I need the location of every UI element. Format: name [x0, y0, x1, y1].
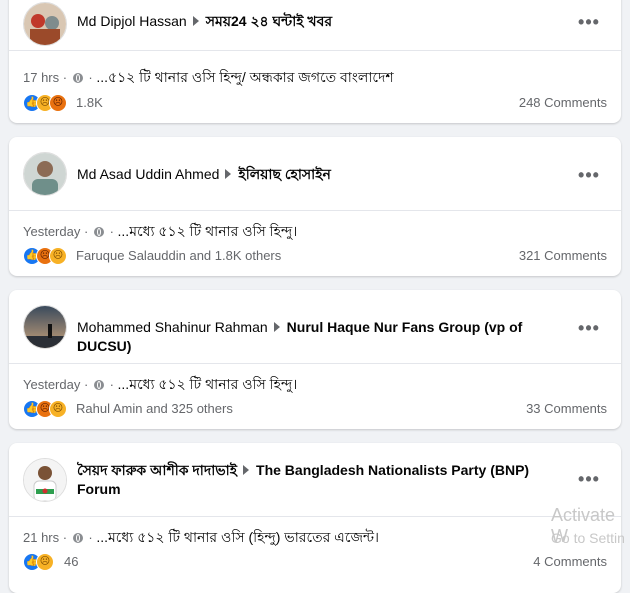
- separator: ·: [62, 70, 68, 85]
- avatar[interactable]: [23, 2, 67, 46]
- post-time[interactable]: Yesterday: [23, 224, 80, 239]
- arrow-right-icon: [225, 169, 232, 179]
- avatar[interactable]: [23, 152, 67, 196]
- separator: ·: [62, 530, 68, 545]
- post-card: Mohammed Shahinur Rahman Nurul Haque Nur …: [9, 290, 621, 429]
- arrow-right-icon: [243, 465, 250, 475]
- globe-icon: [72, 533, 83, 543]
- post-time[interactable]: Yesterday: [23, 377, 80, 392]
- more-options-button[interactable]: •••: [575, 469, 603, 489]
- divider: [9, 50, 621, 51]
- post-meta: 17 hrs · · ...৫১২ টি থানার ওসি হিন্দু/ অ…: [23, 68, 607, 87]
- separator: ·: [109, 377, 114, 392]
- sad-reaction-icon: ☹: [49, 247, 67, 265]
- post-time[interactable]: 17 hrs: [23, 70, 59, 85]
- separator: ·: [88, 70, 93, 85]
- angry-reaction-icon: ☹: [49, 94, 67, 112]
- separator: ·: [109, 224, 114, 239]
- reactions-row: 👍 ☹ ☹ Faruque Salauddin and 1.8K others …: [23, 246, 607, 266]
- globe-icon: [93, 227, 104, 237]
- more-options-button[interactable]: •••: [575, 318, 603, 338]
- post-meta: Yesterday · · ...মধ্যে ৫১২ টি থানার ওসি …: [23, 375, 607, 394]
- reactions-summary[interactable]: Rahul Amin and 325 others: [76, 399, 233, 419]
- post-card: Md Dipjol Hassan সময়24 ২৪ ঘন্টাই খবর •••…: [9, 0, 621, 123]
- separator: ·: [88, 530, 93, 545]
- author-name[interactable]: সৈয়দ ফারুক আশীক দাদাভাই: [77, 462, 237, 478]
- post-meta: Yesterday · · ...মধ্যে ৫১২ টি থানার ওসি …: [23, 222, 607, 241]
- avatar[interactable]: [23, 458, 67, 502]
- reactions-row: 👍 ☹ ☹ 1.8K 248 Comments: [23, 93, 607, 113]
- comments-link[interactable]: 4 Comments: [533, 552, 607, 572]
- post-header-names: Md Dipjol Hassan সময়24 ২৪ ঘন্টাই খবর: [77, 12, 561, 31]
- globe-icon: [72, 73, 83, 83]
- reactions-row: 👍 ☹ ☹ Rahul Amin and 325 others 33 Comme…: [23, 399, 607, 419]
- post-snippet[interactable]: ...মধ্যে ৫১২ টি থানার ওসি হিন্দু।: [118, 376, 298, 392]
- separator: ·: [83, 377, 89, 392]
- author-name[interactable]: Md Asad Uddin Ahmed: [77, 166, 219, 182]
- globe-icon: [93, 380, 104, 390]
- group-name[interactable]: ইলিয়াছ হোসাইন: [238, 166, 330, 182]
- group-name[interactable]: সময়24 ২৪ ঘন্টাই খবর: [206, 13, 332, 29]
- divider: [9, 516, 621, 517]
- reactions-row: 👍 ☹ 46 4 Comments: [23, 552, 607, 572]
- post-card: সৈয়দ ফারুক আশীক দাদাভাই The Bangladesh N…: [9, 443, 621, 593]
- more-options-button[interactable]: •••: [575, 12, 603, 32]
- post-header-names: সৈয়দ ফারুক আশীক দাদাভাই The Bangladesh N…: [77, 461, 551, 499]
- separator: ·: [83, 224, 89, 239]
- post-snippet[interactable]: ...মধ্যে ৫১২ টি থানার ওসি (হিন্দু) ভারতে…: [96, 529, 379, 545]
- author-name[interactable]: Md Dipjol Hassan: [77, 13, 187, 29]
- post-snippet[interactable]: ...মধ্যে ৫১২ টি থানার ওসি হিন্দু।: [118, 223, 298, 239]
- activation-watermark-subtitle: Go to Settin: [551, 530, 625, 546]
- reactions-count[interactable]: 1.8K: [76, 93, 103, 113]
- author-name[interactable]: Mohammed Shahinur Rahman: [77, 319, 268, 335]
- post-header-names: Md Asad Uddin Ahmed ইলিয়াছ হোসাইন: [77, 165, 561, 184]
- post-snippet[interactable]: ...৫১২ টি থানার ওসি হিন্দু/ অন্ধকার জগতে…: [96, 69, 393, 85]
- divider: [9, 363, 621, 364]
- post-card: Md Asad Uddin Ahmed ইলিয়াছ হোসাইন ••• Ye…: [9, 137, 621, 276]
- comments-link[interactable]: 248 Comments: [519, 93, 607, 113]
- avatar[interactable]: [23, 305, 67, 349]
- post-header-names: Mohammed Shahinur Rahman Nurul Haque Nur …: [77, 318, 561, 356]
- reactions-summary[interactable]: Faruque Salauddin and 1.8K others: [76, 246, 281, 266]
- comments-link[interactable]: 321 Comments: [519, 246, 607, 266]
- more-options-button[interactable]: •••: [575, 165, 603, 185]
- post-meta: 21 hrs · · ...মধ্যে ৫১২ টি থানার ওসি (হি…: [23, 528, 607, 547]
- sad-reaction-icon: ☹: [36, 553, 54, 571]
- comments-link[interactable]: 33 Comments: [526, 399, 607, 419]
- arrow-right-icon: [273, 322, 280, 332]
- arrow-right-icon: [192, 16, 199, 26]
- divider: [9, 210, 621, 211]
- sad-reaction-icon: ☹: [49, 400, 67, 418]
- reactions-count[interactable]: 46: [64, 552, 78, 572]
- post-time[interactable]: 21 hrs: [23, 530, 59, 545]
